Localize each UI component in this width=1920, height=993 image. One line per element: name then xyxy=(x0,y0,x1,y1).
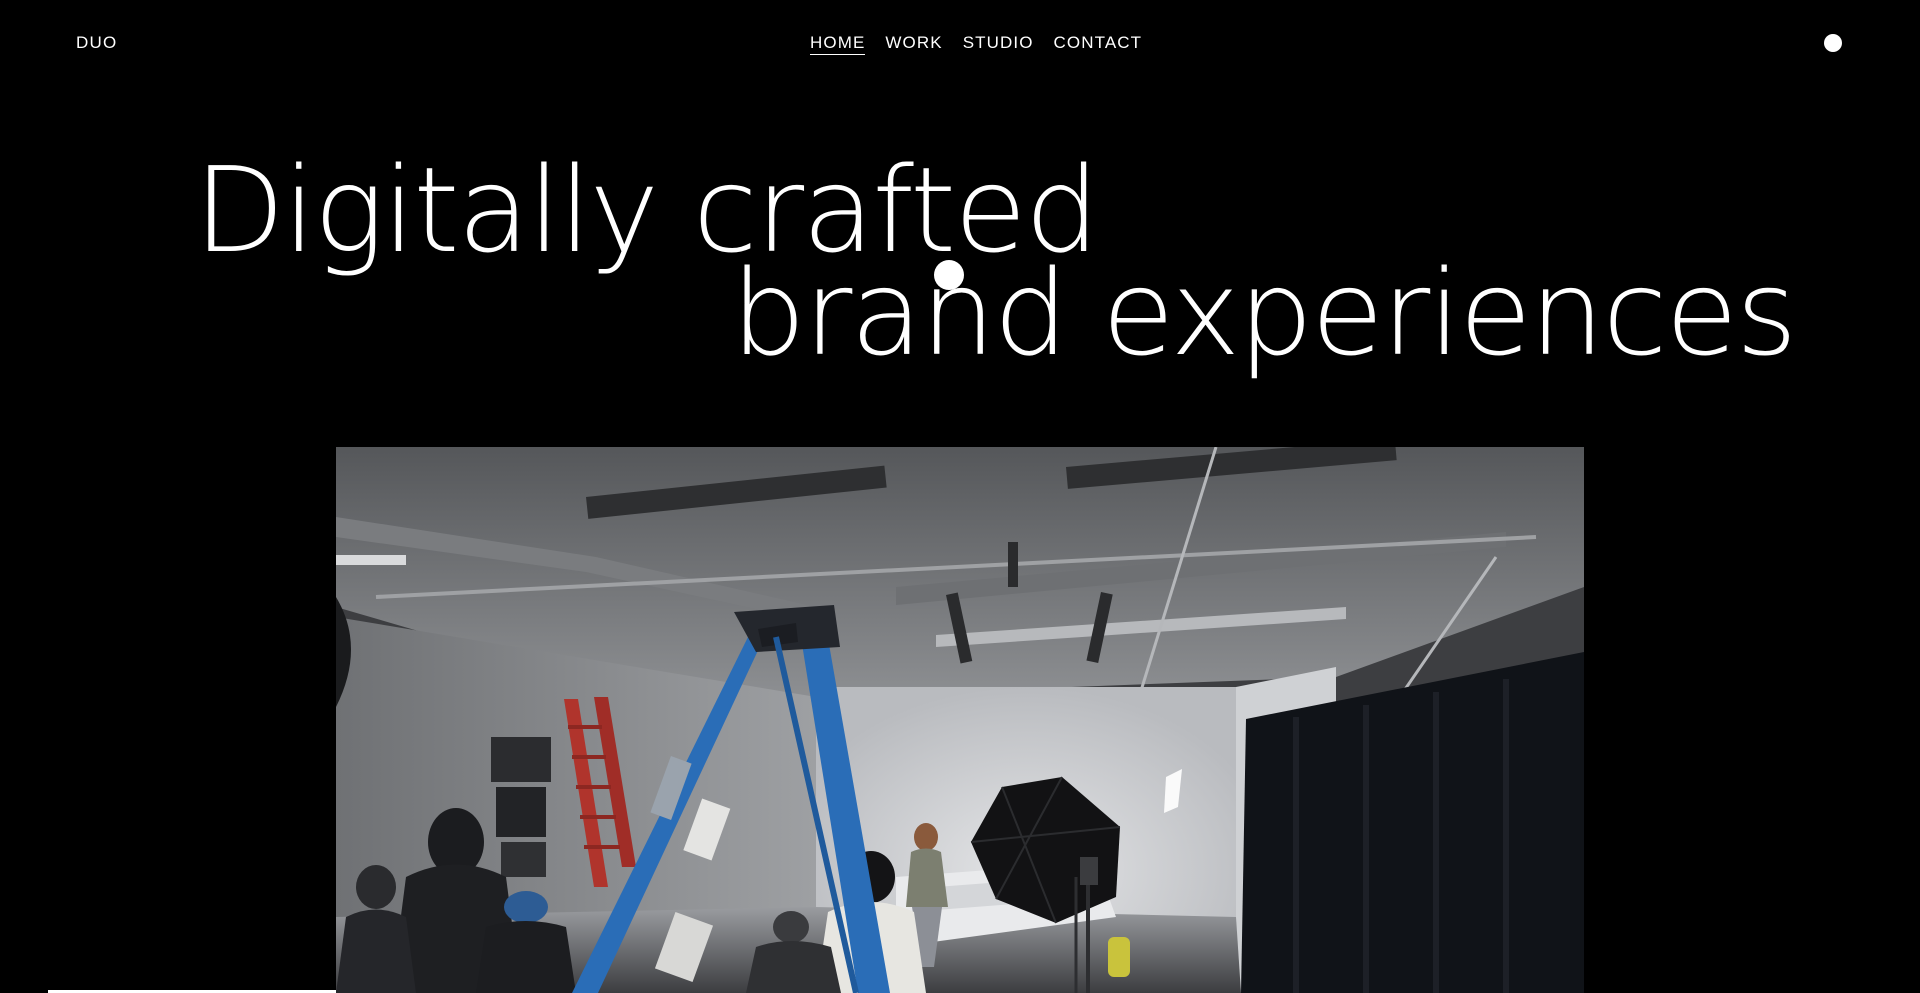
nav-link-studio[interactable]: STUDIO xyxy=(963,33,1034,54)
nav-item-contact: CONTACT xyxy=(1054,33,1143,53)
hero-headline-line-2: brand experiences xyxy=(731,244,1797,382)
studio-scene-illustration xyxy=(336,447,1584,993)
nav-link-contact[interactable]: CONTACT xyxy=(1054,33,1143,54)
nav-link-work[interactable]: WORK xyxy=(885,33,942,54)
logo[interactable]: DUO xyxy=(76,33,117,53)
nav-item-home: HOME xyxy=(810,33,866,55)
nav-item-studio: STUDIO xyxy=(963,33,1034,53)
nav-link-home[interactable]: HOME xyxy=(810,33,866,55)
circle-menu-icon[interactable] xyxy=(1824,34,1842,52)
studio-video[interactable] xyxy=(336,447,1584,993)
nav-item-work: WORK xyxy=(885,33,942,53)
main-nav: HOME WORK STUDIO CONTACT xyxy=(810,33,1143,55)
